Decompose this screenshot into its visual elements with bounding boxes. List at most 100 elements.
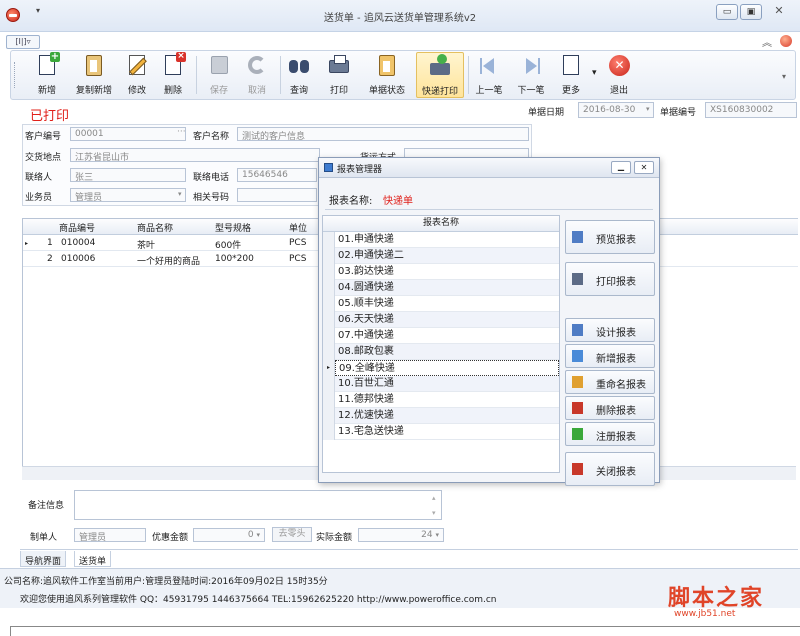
next-record-button[interactable]: 下一笔: [514, 52, 548, 98]
discount-value: 0: [247, 530, 254, 540]
maker-field[interactable]: 管理员: [74, 528, 146, 543]
preview-button[interactable]: 预览报表: [565, 220, 655, 254]
rename-button[interactable]: 重命名报表: [565, 370, 655, 394]
actual-amount-field[interactable]: 24 ▾: [358, 528, 444, 542]
memo-scroll-down-icon[interactable]: ▾: [432, 509, 436, 517]
list-item[interactable]: 02.申通快递二: [323, 248, 559, 264]
delivery-field[interactable]: 江苏省昆山市: [70, 148, 320, 163]
maximize-button[interactable]: ▣: [740, 4, 762, 20]
date-field[interactable]: 2016-08-30: [578, 102, 654, 118]
ribbon-collapse-icon[interactable]: ︽: [762, 34, 772, 49]
phone-field[interactable]: 15646546: [237, 168, 317, 182]
print-button[interactable]: 打印: [324, 52, 354, 98]
cell-name[interactable]: 茶叶: [137, 238, 155, 251]
list-item[interactable]: ▸ 09.全峰快递: [323, 360, 559, 376]
express-print-button[interactable]: 快递打印: [416, 52, 464, 98]
salesman-dropdown-icon[interactable]: ▾: [178, 190, 182, 198]
row-indicator: [323, 232, 335, 248]
list-item[interactable]: 08.邮政包裹: [323, 344, 559, 360]
round-off-button[interactable]: 去零头: [272, 527, 312, 542]
list-item[interactable]: 06.天天快递: [323, 312, 559, 328]
toolbar-grip[interactable]: [14, 62, 15, 88]
list-item[interactable]: 10.百世汇通: [323, 376, 559, 392]
list-item[interactable]: 01.申通快递: [323, 232, 559, 248]
dialog-title-bar[interactable]: 报表管理器 ▁ ✕: [319, 158, 659, 178]
col-code-header[interactable]: 商品编号: [59, 221, 95, 234]
customer-lookup-icon[interactable]: ···: [177, 127, 186, 137]
dialog-close-button[interactable]: ✕: [634, 161, 654, 174]
discount-spin-icon[interactable]: ▾: [256, 531, 260, 539]
contact-field[interactable]: 张三: [70, 168, 186, 183]
cell-code[interactable]: 010004: [61, 238, 95, 248]
query-button[interactable]: 查询: [284, 52, 314, 98]
tab-navigation[interactable]: 导航界面: [20, 551, 67, 567]
new-button[interactable]: + 新增: [30, 52, 64, 98]
doc-status-button[interactable]: 单据状态: [364, 52, 410, 98]
minimize-button[interactable]: ▭: [716, 4, 738, 20]
previous-record-button[interactable]: 上一笔: [472, 52, 506, 98]
memo-scroll-up-icon[interactable]: ▴: [432, 494, 436, 502]
cell-unit[interactable]: PCS: [289, 238, 306, 248]
salesman-field[interactable]: 管理员: [70, 188, 186, 203]
col-spec-header[interactable]: 型号规格: [215, 221, 251, 234]
list-item[interactable]: 04.圆通快递: [323, 280, 559, 296]
dialog-minimize-button[interactable]: ▁: [611, 161, 631, 174]
col-unit-header[interactable]: 单位: [289, 221, 307, 234]
list-item[interactable]: 13.宅急送快递: [323, 424, 559, 440]
cell-spec[interactable]: 100*200: [215, 254, 254, 264]
doc-no-field[interactable]: XS160830002: [705, 102, 797, 118]
bottom-window-edge: [10, 626, 800, 636]
list-item[interactable]: 11.德邦快递: [323, 392, 559, 408]
exit-button[interactable]: ✕ 退出: [604, 52, 634, 98]
window-title: 送货单 - 追风云送货单管理系统v2: [323, 13, 477, 24]
more-button[interactable]: 更多: [556, 52, 586, 98]
col-name-header[interactable]: 商品名称: [137, 221, 173, 234]
list-item[interactable]: 07.中通快递: [323, 328, 559, 344]
cell-code[interactable]: 010006: [61, 254, 95, 264]
list-item[interactable]: 03.韵达快递: [323, 264, 559, 280]
actual-spin-icon[interactable]: ▾: [435, 531, 439, 539]
design-button[interactable]: 设计报表: [565, 318, 655, 342]
delete-report-button[interactable]: 删除报表: [565, 396, 655, 420]
related-no-field[interactable]: [237, 188, 317, 202]
actual-amount-value: 24: [421, 530, 433, 540]
date-dropdown-icon[interactable]: ▾: [646, 105, 650, 113]
edit-button[interactable]: 修改: [122, 52, 152, 98]
customer-name-field[interactable]: 测试的客户信息: [237, 127, 529, 142]
close-button[interactable]: ✕: [766, 4, 792, 20]
customer-no-field[interactable]: 00001: [70, 127, 186, 141]
row-indicator: [323, 408, 335, 424]
row-indicator-icon: ▸: [25, 240, 29, 247]
delete-button[interactable]: × 删除: [158, 52, 188, 98]
add-report-button[interactable]: 新增报表: [565, 344, 655, 368]
report-name: 07.中通快递: [335, 328, 559, 344]
row-indicator: [323, 344, 335, 360]
copy-new-button[interactable]: 复制新增: [72, 52, 116, 98]
register-button[interactable]: 注册报表: [565, 422, 655, 446]
save-button[interactable]: 保存: [204, 52, 234, 98]
print-button[interactable]: 打印报表: [565, 262, 655, 296]
document-status: 已打印: [30, 109, 70, 124]
table-row[interactable]: ▸ 1 010004 茶叶 600件 PCS: [23, 236, 319, 251]
cell-name[interactable]: 一个好用的商品: [137, 254, 200, 267]
table-row[interactable]: 2 010006 一个好用的商品 100*200 PCS: [23, 252, 319, 267]
report-name: 01.申通快递: [335, 232, 559, 248]
close-report-button[interactable]: 关闭报表: [565, 452, 655, 486]
row-indicator: [323, 280, 335, 296]
list-item[interactable]: 12.优速快递: [323, 408, 559, 424]
report-list-header[interactable]: 报表名称: [323, 216, 559, 232]
cancel-button[interactable]: 取消: [242, 52, 272, 98]
list-item[interactable]: 05.顺丰快递: [323, 296, 559, 312]
tab-delivery-note[interactable]: 送货单: [74, 551, 112, 567]
toolbar-overflow-icon[interactable]: ▾: [782, 72, 786, 81]
delete-icon: ×: [161, 52, 186, 78]
cell-spec[interactable]: 600件: [215, 238, 241, 251]
ribbon-toggle-button[interactable]: [I|]▿: [6, 35, 40, 49]
close-report-icon: [572, 463, 583, 475]
discount-field[interactable]: 0 ▾: [193, 528, 265, 542]
report-name: 06.天天快递: [335, 312, 559, 328]
memo-field[interactable]: [74, 490, 442, 520]
cell-unit[interactable]: PCS: [289, 254, 306, 264]
more-dropdown-icon[interactable]: ▾: [592, 68, 597, 78]
help-icon[interactable]: [780, 35, 792, 47]
